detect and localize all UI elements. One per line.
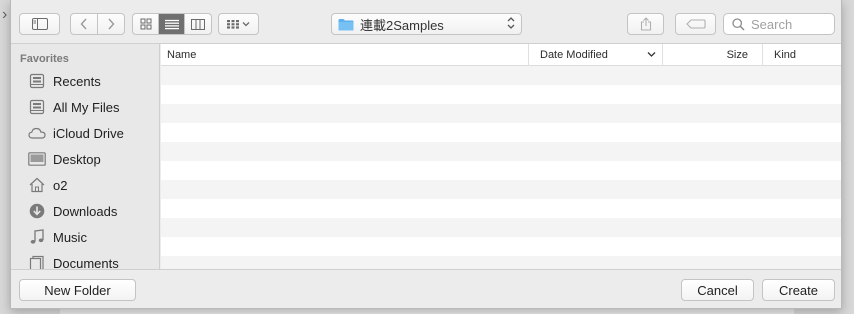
arrange-button[interactable] [218, 13, 259, 35]
sidebar-item-label: o2 [53, 177, 68, 193]
tag-icon [685, 19, 706, 29]
save-dialog: 連載2Samples Search Favorites Recents All … [10, 0, 842, 309]
back-button[interactable] [72, 14, 98, 34]
create-button[interactable]: Create [762, 279, 835, 301]
sidebar-toggle-button[interactable] [19, 13, 60, 35]
sidebar-item-documents[interactable]: Documents [27, 252, 119, 269]
sidebar-item-home[interactable]: o2 [27, 174, 67, 196]
all-files-icon [27, 98, 47, 116]
sidebar-item-label: iCloud Drive [53, 125, 124, 141]
list-icon [164, 19, 179, 29]
tag-button[interactable] [675, 13, 716, 35]
sidebar-item-icloud-drive[interactable]: iCloud Drive [27, 122, 124, 144]
empty-row [161, 161, 841, 180]
column-header-label: Date Modified [540, 49, 608, 61]
empty-row [161, 237, 841, 256]
share-button[interactable] [627, 13, 664, 35]
view-mode-control [132, 13, 212, 35]
location-folder-name: 連載2Samples [360, 17, 444, 33]
sidebar-item-label: All My Files [53, 99, 120, 115]
empty-row [161, 256, 841, 269]
folder-icon [338, 18, 354, 30]
sidebar-item-label: Downloads [53, 203, 118, 219]
sidebar-item-downloads[interactable]: Downloads [27, 200, 117, 222]
sidebar-item-label: Documents [53, 255, 119, 270]
empty-row [161, 199, 841, 218]
empty-row [161, 66, 841, 85]
toolbar: 連載2Samples Search [11, 0, 841, 44]
empty-row [161, 218, 841, 237]
empty-row [161, 123, 841, 142]
column-view-button[interactable] [185, 14, 211, 34]
column-header-label: Name [167, 49, 197, 61]
sidebar-item-all-my-files[interactable]: All My Files [27, 96, 119, 118]
chevron-left-icon [80, 18, 87, 30]
search-icon [732, 17, 745, 31]
file-list[interactable]: Name Date Modified Size Kind [161, 44, 841, 269]
column-header-name[interactable]: Name [161, 44, 529, 66]
download-icon [27, 202, 47, 220]
recents-icon [27, 72, 47, 90]
empty-row [161, 180, 841, 199]
sidebar: Favorites Recents All My Files iCloud Dr… [11, 44, 160, 269]
music-icon [27, 228, 47, 246]
column-header-date-modified[interactable]: Date Modified [529, 44, 663, 66]
search-field[interactable]: Search [723, 13, 835, 35]
share-icon [640, 17, 651, 31]
sidebar-item-music[interactable]: Music [27, 226, 87, 248]
sidebar-section-title: Favorites [20, 53, 69, 65]
desktop-icon [27, 150, 47, 168]
column-header-label: Kind [774, 49, 797, 61]
sidebar-item-label: Music [53, 229, 87, 245]
cloud-icon [27, 124, 47, 142]
columns-icon [191, 18, 205, 30]
popup-arrows-icon [507, 16, 515, 32]
bottom-bar: New Folder Cancel Create [11, 269, 841, 308]
column-header-kind[interactable]: Kind [763, 44, 841, 66]
sidebar-icon [31, 18, 48, 30]
empty-row [161, 85, 841, 104]
column-header-row: Name Date Modified Size Kind [161, 44, 841, 66]
cancel-button[interactable]: Cancel [681, 279, 754, 301]
background-chevron-icon: › [2, 6, 8, 23]
sidebar-item-label: Recents [53, 73, 101, 89]
sidebar-item-label: Desktop [53, 151, 101, 167]
chevron-right-icon [107, 18, 114, 30]
icon-view-button[interactable] [133, 14, 159, 34]
search-placeholder: Search [751, 16, 793, 32]
documents-icon [27, 254, 47, 269]
empty-row [161, 142, 841, 161]
location-popup[interactable]: 連載2Samples [331, 13, 522, 35]
chevron-down-icon [647, 52, 656, 57]
file-rows [161, 66, 841, 269]
sidebar-item-desktop[interactable]: Desktop [27, 148, 101, 170]
home-icon [27, 176, 47, 194]
arrange-icon [226, 20, 249, 29]
forward-button[interactable] [98, 14, 124, 34]
column-header-size[interactable]: Size [663, 44, 763, 66]
column-header-label: Size [726, 49, 748, 61]
list-view-button[interactable] [159, 14, 185, 34]
empty-row [161, 104, 841, 123]
grid-icon [140, 18, 151, 30]
back-forward-control [70, 13, 125, 35]
sidebar-item-recents[interactable]: Recents [27, 70, 101, 92]
new-folder-button[interactable]: New Folder [19, 279, 136, 301]
